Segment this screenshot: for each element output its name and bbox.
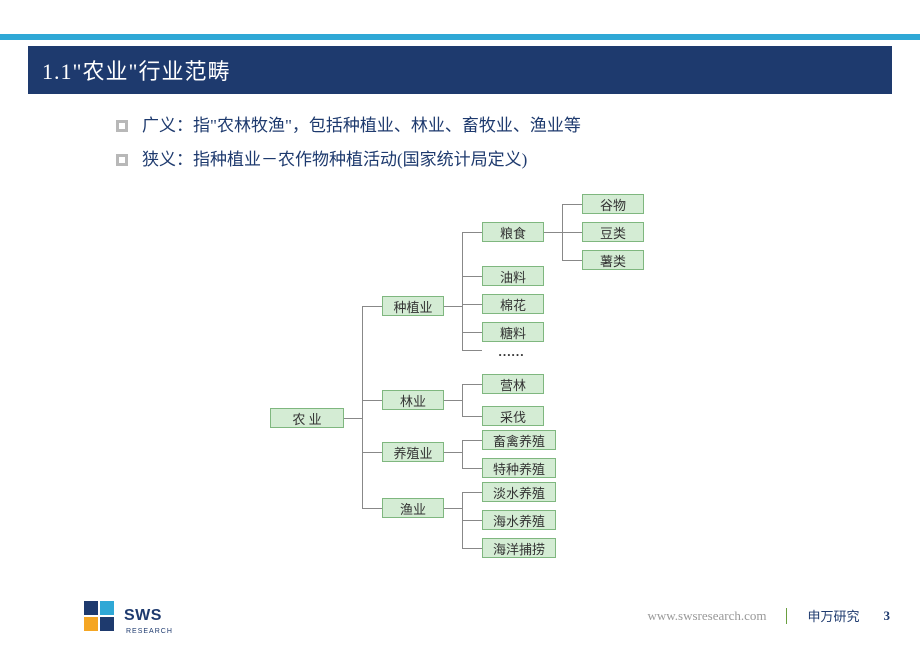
connector: [462, 440, 463, 468]
connector: [462, 520, 482, 521]
page-number: 3: [884, 608, 891, 624]
connector: [462, 416, 482, 417]
connector: [444, 306, 462, 307]
connector: [362, 400, 382, 401]
connector: [362, 508, 382, 509]
connector: [462, 332, 482, 333]
footer-right: www.swsresearch.com 申万研究 3: [647, 606, 890, 625]
bullet-text: 狭义：指种植业－农作物种植活动(国家统计局定义): [142, 148, 527, 172]
node-ellipsis: ……: [498, 344, 524, 360]
connector: [562, 204, 582, 205]
node-forestry: 林业: [382, 390, 444, 410]
connector: [344, 418, 362, 419]
connector: [444, 400, 462, 401]
bullet-item: 广义：指"农林牧渔"，包括种植业、林业、畜牧业、渔业等: [116, 114, 876, 138]
node-root: 农 业: [270, 408, 344, 428]
footer-brand: 申万研究: [807, 606, 859, 625]
node-tubers: 薯类: [582, 250, 644, 270]
footer-separator: [786, 608, 787, 624]
logo-subtext: RESEARCH: [126, 628, 173, 635]
connector: [362, 306, 382, 307]
node-livestock: 畜禽养殖: [482, 430, 556, 450]
node-freshwater: 淡水养殖: [482, 482, 556, 502]
node-marine: 海洋捕捞: [482, 538, 556, 558]
connector: [562, 260, 582, 261]
bullet-item: 狭义：指种植业－农作物种植活动(国家统计局定义): [116, 148, 876, 172]
node-logging: 采伐: [482, 406, 544, 426]
node-seawater: 海水养殖: [482, 510, 556, 530]
connector: [544, 232, 562, 233]
connector: [362, 452, 382, 453]
connector: [462, 232, 482, 233]
node-oil: 油料: [482, 266, 544, 286]
connector: [462, 384, 482, 385]
connector: [462, 468, 482, 469]
node-beans: 豆类: [582, 222, 644, 242]
bullet-icon: [116, 154, 128, 166]
footer-url: www.swsresearch.com: [647, 608, 766, 624]
connector: [462, 492, 482, 493]
node-silviculture: 营林: [482, 374, 544, 394]
node-special: 特种养殖: [482, 458, 556, 478]
connector: [462, 440, 482, 441]
connector: [462, 548, 482, 549]
node-breeding: 养殖业: [382, 442, 444, 462]
connector: [362, 306, 363, 508]
connector: [462, 384, 463, 416]
footer: SWS RESEARCH www.swsresearch.com 申万研究 3: [0, 593, 920, 633]
top-accent-bar: [0, 34, 920, 40]
tree-diagram: 农 业 种植业 林业 养殖业 渔业 粮食 油料 棉花 糖料 …… 谷物 豆类 薯…: [0, 190, 920, 570]
connector: [444, 508, 462, 509]
node-cotton: 棉花: [482, 294, 544, 314]
connector: [562, 232, 582, 233]
node-sugar: 糖料: [482, 322, 544, 342]
slide-title: 1.1"农业"行业范畴: [42, 54, 230, 86]
connector: [462, 350, 482, 351]
node-fishery: 渔业: [382, 498, 444, 518]
connector: [462, 304, 482, 305]
connector: [462, 276, 482, 277]
node-planting: 种植业: [382, 296, 444, 316]
bullet-text: 广义：指"农林牧渔"，包括种植业、林业、畜牧业、渔业等: [142, 114, 581, 138]
slide-title-bar: 1.1"农业"行业范畴: [28, 46, 892, 94]
content-area: 广义：指"农林牧渔"，包括种植业、林业、畜牧业、渔业等 狭义：指种植业－农作物种…: [116, 114, 876, 182]
logo-text: SWS: [124, 607, 162, 625]
bullet-icon: [116, 120, 128, 132]
connector: [444, 452, 462, 453]
node-grain: 粮食: [482, 222, 544, 242]
logo-icon: [82, 599, 116, 633]
node-cereal: 谷物: [582, 194, 644, 214]
